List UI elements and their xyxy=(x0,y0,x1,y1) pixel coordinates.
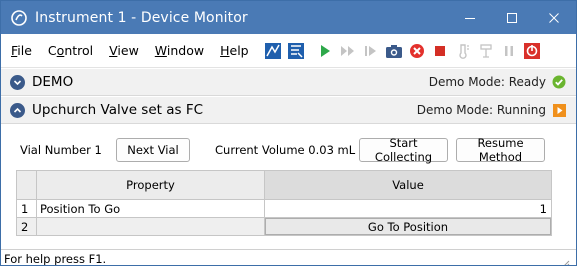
check-circle-icon xyxy=(552,75,566,89)
property-grid: Property Value 1 Position To Go 1 2 Go T… xyxy=(16,170,552,236)
demo-status-text: Demo Mode: Ready xyxy=(428,75,546,89)
close-button[interactable] xyxy=(534,1,574,34)
menu-control[interactable]: Control xyxy=(40,34,101,68)
running-status-icon xyxy=(552,103,566,117)
title-bar: Instrument 1 - Device Monitor xyxy=(1,1,576,34)
demo-section-header[interactable]: DEMO Demo Mode: Ready xyxy=(1,69,576,96)
demo-section-title: DEMO xyxy=(32,74,74,90)
value-column-header: Value xyxy=(264,170,552,200)
table-row: 2 Go To Position xyxy=(16,217,552,236)
chevron-up-icon[interactable] xyxy=(10,102,25,118)
device-monitor-window: Instrument 1 - Device Monitor File Contr… xyxy=(0,0,577,266)
resize-grip-icon[interactable] xyxy=(560,255,570,265)
property-cell: Position To Go xyxy=(36,199,265,218)
app-logo-icon xyxy=(11,9,27,26)
camera-icon[interactable] xyxy=(384,41,404,61)
fraction-icon[interactable] xyxy=(476,41,496,61)
fast-forward-icon[interactable] xyxy=(338,41,358,61)
property-cell xyxy=(36,217,265,236)
resume-method-button[interactable]: Resume Method xyxy=(456,136,545,164)
window-title: Instrument 1 - Device Monitor xyxy=(35,9,248,26)
current-volume-label: Current Volume 0.03 mL xyxy=(215,143,356,157)
thermometer-icon[interactable] xyxy=(453,41,473,61)
vial-number-label: Vial Number 1 xyxy=(20,143,102,157)
menu-file[interactable]: File xyxy=(1,34,40,68)
valve-section-header[interactable]: Upchurch Valve set as FC Demo Mode: Runn… xyxy=(1,97,576,124)
start-collecting-button[interactable]: Start Collecting xyxy=(359,136,448,164)
menu-view[interactable]: View xyxy=(101,34,147,68)
step-forward-icon[interactable] xyxy=(361,41,381,61)
chart-import-icon[interactable] xyxy=(263,41,283,61)
table-row: 1 Position To Go 1 xyxy=(16,199,552,218)
play-icon[interactable] xyxy=(315,41,335,61)
stop-square-icon[interactable] xyxy=(430,41,450,61)
property-column-header: Property xyxy=(36,170,265,200)
maximize-button[interactable] xyxy=(492,1,532,34)
pause-icon[interactable] xyxy=(499,41,519,61)
chevron-down-icon[interactable] xyxy=(10,74,25,90)
value-cell: Go To Position xyxy=(264,217,552,236)
status-bar-text: For help press F1. xyxy=(4,252,107,266)
next-vial-button[interactable]: Next Vial xyxy=(116,138,190,162)
stop-circle-icon[interactable] xyxy=(407,41,427,61)
row-number: 2 xyxy=(16,217,37,236)
emergency-stop-icon[interactable] xyxy=(522,41,542,61)
menu-toolbar: File Control View Window Help xyxy=(1,34,576,68)
status-bar: For help press F1. xyxy=(1,249,576,266)
value-cell[interactable]: 1 xyxy=(264,199,552,218)
row-number: 1 xyxy=(16,199,37,218)
menu-help[interactable]: Help xyxy=(212,34,257,68)
minimize-button[interactable] xyxy=(450,1,490,34)
valve-status-text: Demo Mode: Running xyxy=(416,103,546,117)
menu-window[interactable]: Window xyxy=(147,34,212,68)
go-to-position-button[interactable]: Go To Position xyxy=(265,218,551,235)
chart-export-icon[interactable] xyxy=(286,41,306,61)
valve-section-title: Upchurch Valve set as FC xyxy=(32,102,204,118)
row-number-header xyxy=(16,170,37,200)
